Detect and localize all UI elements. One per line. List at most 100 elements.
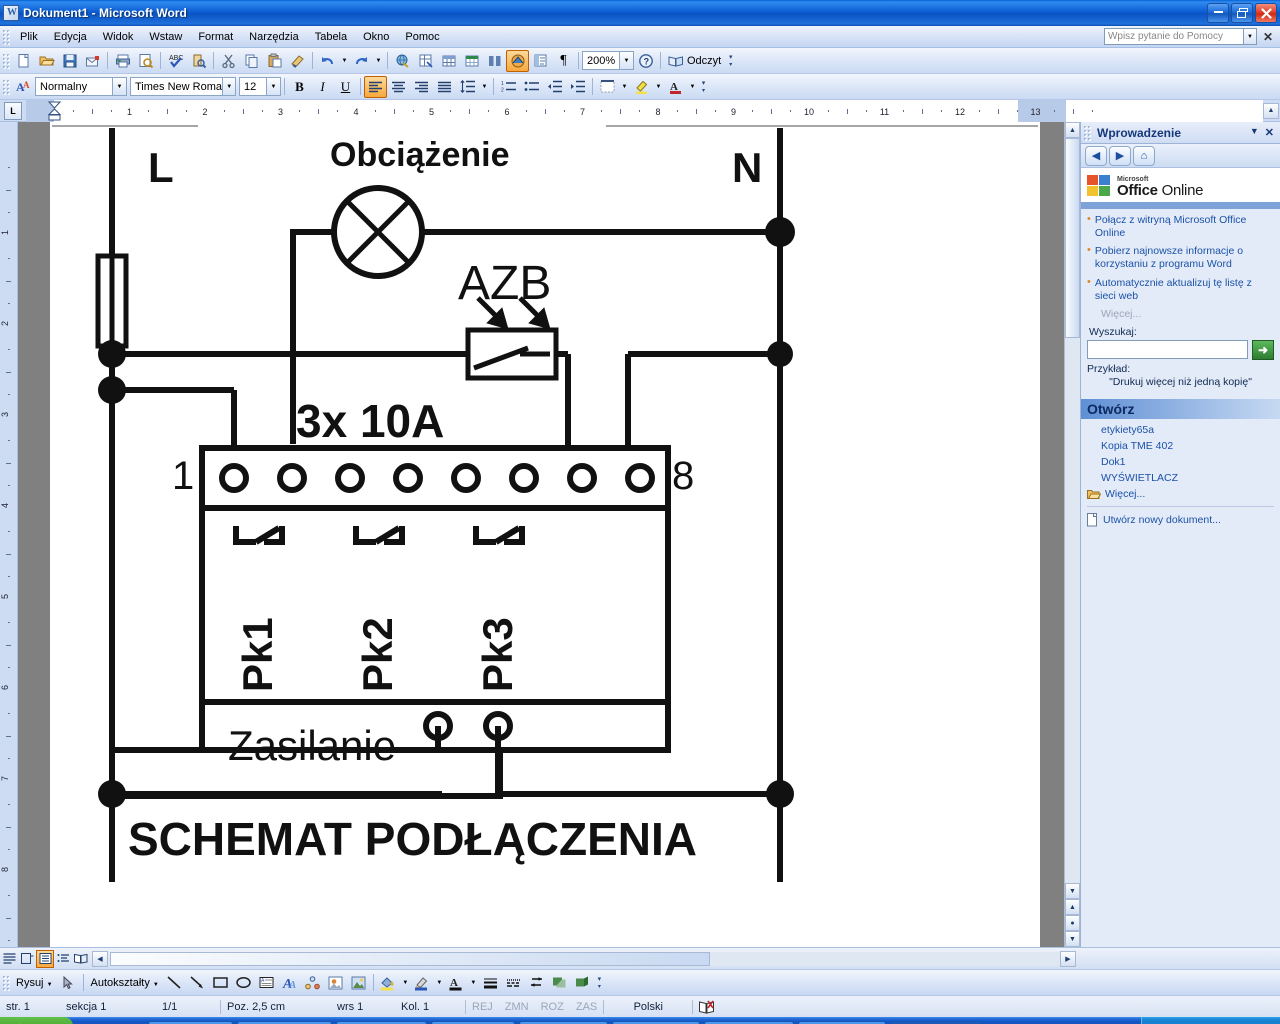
font-color-dropdown-icon[interactable]: ▼ (687, 76, 698, 98)
menu-widok[interactable]: Widok (95, 28, 142, 46)
diagram-icon[interactable] (301, 972, 324, 994)
document-page[interactable]: Pk1 Pk2 Pk3 L N Obciążenie AZB 3x 10A 1 … (50, 122, 1040, 947)
menu-format[interactable]: Format (190, 28, 241, 46)
toolbar-overflow-icon[interactable]: ▾ ▾ (725, 50, 736, 72)
open-more-item[interactable]: Więcej... (1081, 486, 1280, 502)
text-box-icon[interactable]: A (255, 972, 278, 994)
menu-edycja[interactable]: Edycja (46, 28, 95, 46)
menu-pomoc[interactable]: Pomoc (397, 28, 447, 46)
3d-style-icon[interactable] (571, 972, 594, 994)
bulleted-list-icon[interactable] (520, 76, 543, 98)
document-map-icon[interactable] (529, 50, 552, 72)
vertical-ruler[interactable]: 1 2 3 4 5 6 7 8 (0, 122, 18, 947)
bold-icon[interactable]: B (288, 76, 311, 98)
open-item-kopia-tme-402[interactable]: Kopia TME 402 (1081, 438, 1280, 454)
zoom-combo[interactable]: 200% ▼ (582, 51, 634, 70)
oval-icon[interactable] (232, 972, 255, 994)
borders-dropdown-icon[interactable]: ▼ (619, 76, 630, 98)
help-search-input[interactable]: Wpisz pytanie do Pomocy (1103, 28, 1244, 45)
print-icon[interactable] (111, 50, 134, 72)
back-arrow-icon[interactable]: ◀ (1085, 145, 1107, 166)
scroll-right-arrow[interactable]: ▶ (1060, 950, 1076, 967)
align-right-icon[interactable] (410, 76, 433, 98)
minimize-button[interactable] (1207, 3, 1229, 23)
horizontal-ruler[interactable]: L 1 2 3 4 5 6 7 8 9 10 11 12 13 ▲ (0, 99, 1280, 122)
list-item[interactable]: • Połącz z witryną Microsoft Office Onli… (1087, 213, 1274, 240)
align-left-icon[interactable] (364, 75, 387, 98)
format-painter-brush-icon[interactable] (286, 50, 309, 72)
wordart-icon[interactable]: AA (278, 972, 301, 994)
italic-icon[interactable]: I (311, 76, 334, 98)
decrease-indent-icon[interactable] (543, 76, 566, 98)
close-button[interactable] (1255, 3, 1277, 23)
scroll-up-arrow[interactable]: ▲ (1065, 122, 1080, 138)
undo-dropdown-icon[interactable]: ▼ (339, 50, 350, 72)
select-browse-object-icon[interactable]: ● (1065, 915, 1080, 931)
dash-style-icon[interactable] (502, 972, 525, 994)
align-center-icon[interactable] (387, 76, 410, 98)
menu-plik[interactable]: Plik (12, 28, 46, 46)
increase-indent-icon[interactable] (566, 76, 589, 98)
shadow-style-icon[interactable] (548, 972, 571, 994)
read-button[interactable]: Odczyt (664, 50, 725, 72)
email-icon[interactable] (81, 50, 104, 72)
menu-wstaw[interactable]: Wstaw (141, 28, 190, 46)
close-icon[interactable]: ✕ (1260, 30, 1276, 44)
taskbar-item-mostek[interactable]: MOSTEK ... (336, 1020, 427, 1024)
formatting-toolbar-grip[interactable] (2, 78, 10, 95)
close-icon[interactable]: ✕ (1265, 126, 1274, 139)
fill-color-icon[interactable] (377, 972, 400, 994)
spellcheck-abc-icon[interactable]: ABC (164, 50, 187, 72)
list-item[interactable]: • Automatycznie aktualizuj tę listę z si… (1087, 276, 1274, 303)
link-connect-office-online[interactable]: Połącz z witryną Microsoft Office Online (1095, 214, 1274, 240)
status-indicator-rej[interactable]: REJ (466, 1001, 499, 1013)
select-browse-object-prev[interactable]: ▲ (1065, 899, 1080, 915)
start-button[interactable]: Start (0, 1017, 73, 1024)
vertical-scrollbar[interactable]: ▲ ▼ ▲ ● ▼ (1064, 122, 1080, 947)
open-folder-icon[interactable] (35, 50, 58, 72)
restore-button[interactable] (1231, 3, 1253, 23)
horizontal-scroll-thumb[interactable] (110, 951, 710, 966)
copy-icon[interactable] (240, 50, 263, 72)
redo-arrow-icon[interactable] (350, 50, 373, 72)
new-document-icon[interactable] (12, 50, 35, 72)
print-layout-view-icon[interactable] (36, 949, 54, 968)
vertical-scroll-track[interactable] (1065, 338, 1080, 883)
redo-dropdown-icon[interactable]: ▼ (373, 50, 384, 72)
taskbar-item-astro3i[interactable]: ASTRO3I... (797, 1020, 887, 1024)
menu-okno[interactable]: Okno (355, 28, 397, 46)
status-indicator-roz[interactable]: ROZ (535, 1001, 570, 1013)
zoom-dropdown-icon[interactable]: ▼ (619, 52, 633, 69)
tables-and-borders-icon[interactable] (414, 50, 437, 72)
fill-color-dropdown-icon[interactable]: ▼ (400, 972, 411, 994)
highlight-icon[interactable] (630, 76, 653, 98)
line-spacing-dropdown-icon[interactable]: ▼ (479, 76, 490, 98)
font-dropdown-icon[interactable]: ▼ (222, 78, 235, 95)
arrow-style-icon[interactable] (525, 972, 548, 994)
insert-excel-sheet-icon[interactable] (460, 50, 483, 72)
picture-icon[interactable] (347, 972, 370, 994)
save-disk-icon[interactable] (58, 50, 81, 72)
horizontal-scroll-track[interactable] (710, 951, 1060, 966)
menu-tabela[interactable]: Tabela (307, 28, 355, 46)
browse-previous-icon[interactable]: ◀ (92, 950, 108, 967)
list-item[interactable]: • Pobierz najnowsze informacje o korzyst… (1087, 245, 1274, 271)
line-icon[interactable] (163, 972, 186, 994)
scroll-down-arrow[interactable]: ▼ (1065, 883, 1080, 899)
taskbar-item-instruk[interactable]: INSTRUK... (704, 1020, 794, 1024)
web-layout-view-icon[interactable] (18, 950, 36, 968)
help-question-icon[interactable]: ? (634, 50, 657, 72)
open-item-etykiety65a[interactable]: etykiety65a (1081, 422, 1280, 438)
normal-view-icon[interactable] (0, 950, 18, 968)
standard-toolbar-grip[interactable] (2, 52, 10, 69)
status-indicator-zmn[interactable]: ZMN (499, 1001, 535, 1013)
borders-icon[interactable] (596, 76, 619, 98)
task-pane-grip[interactable] (1083, 124, 1091, 141)
vertical-scroll-thumb[interactable] (1065, 138, 1080, 338)
show-formatting-marks-icon[interactable]: ¶ (552, 50, 575, 72)
taskbar-item-reduktor-folder[interactable]: Reduktor... (148, 1020, 234, 1024)
font-color-dropdown-icon[interactable]: ▼ (468, 972, 479, 994)
indent-markers[interactable] (48, 101, 62, 121)
numbered-list-icon[interactable]: 12 (497, 76, 520, 98)
horizontal-scrollbar[interactable]: ▶ (110, 950, 1076, 967)
